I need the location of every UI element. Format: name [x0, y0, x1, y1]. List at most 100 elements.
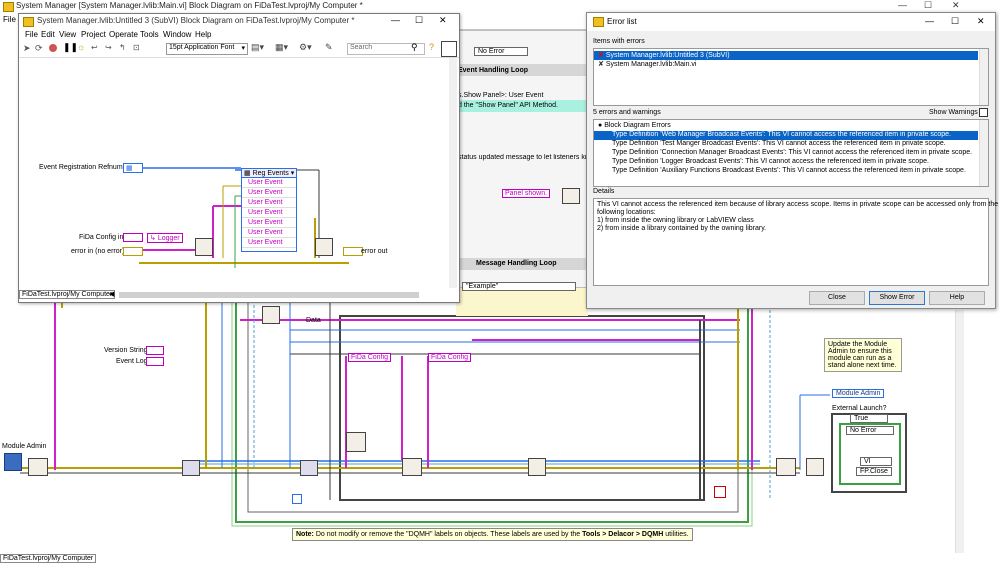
error-list-window-icon [593, 17, 604, 27]
show-error-button[interactable]: Show Error [869, 291, 925, 305]
group-label: Block Diagram Errors [604, 122, 671, 129]
scroll-left-icon[interactable]: ◀ [109, 290, 114, 298]
errors-list[interactable]: ● Block Diagram Errors Type Definition '… [593, 119, 989, 187]
module-admin-terminal[interactable] [4, 453, 22, 471]
event-refnum-terminal[interactable]: ▦ [123, 163, 143, 173]
subvi-horizontal-scrollbar[interactable] [119, 292, 419, 298]
error-list-title: Error list [607, 17, 637, 26]
panel-shown-constant[interactable]: Panel shown. [502, 189, 551, 198]
group-bullet-icon: ● [598, 122, 603, 129]
no-error-selector[interactable]: No Error [474, 47, 528, 56]
error-list-close-icon[interactable]: ✕ [977, 16, 985, 27]
error-out-terminal[interactable] [343, 247, 363, 256]
bundle-node[interactable] [528, 458, 546, 476]
step-out-icon[interactable]: ↰ [119, 43, 126, 52]
step-into-icon[interactable]: ↩ [91, 43, 98, 52]
subvi-vertical-scrollbar[interactable] [449, 58, 457, 288]
unbundle-node-1[interactable] [182, 460, 200, 476]
subvi-minimize-icon[interactable]: — [391, 15, 400, 25]
distribute-icon[interactable]: ▦▾ [275, 42, 288, 53]
run-continuous-icon[interactable]: ⟳ [35, 43, 43, 54]
module-admin-reference[interactable]: Module Admin [832, 389, 885, 398]
pause-icon[interactable]: ❚❚ [63, 42, 78, 53]
block-diagram-errors-group[interactable]: ● Block Diagram Errors [594, 122, 671, 131]
error-list-maximize-icon[interactable]: ☐ [951, 16, 959, 27]
subvi-menu-help[interactable]: Help [195, 30, 211, 39]
status-updated-node[interactable] [562, 188, 580, 204]
true-case-selector[interactable]: True [850, 414, 888, 423]
user-event-item[interactable]: User Event [242, 178, 296, 188]
fida-config-in-terminal[interactable] [123, 233, 143, 242]
fida-config-node-1[interactable]: FiDa Config [348, 353, 391, 362]
event-log-terminal[interactable] [146, 357, 164, 366]
version-string-terminal[interactable] [146, 346, 164, 355]
user-event-item[interactable]: User Event [242, 228, 296, 238]
run-arrow-icon[interactable]: ➤ [23, 43, 31, 54]
abort-icon[interactable] [49, 44, 57, 52]
highlight-icon[interactable]: ☼ [77, 42, 85, 52]
user-event-item[interactable]: User Event [242, 208, 296, 218]
vi-ref-node[interactable] [806, 458, 824, 476]
error-in-terminal[interactable] [123, 247, 143, 256]
fida-config-node-2[interactable]: FiDa Config [428, 353, 471, 362]
step-over-icon[interactable]: ↪ [105, 43, 112, 52]
items-scrollbar[interactable] [979, 49, 988, 105]
subvi-menu-operate[interactable]: Operate [109, 30, 138, 39]
unbundle-node-2[interactable] [300, 460, 318, 476]
subvi-menu-tools[interactable]: Tools [140, 30, 159, 39]
close-button[interactable]: Close [809, 291, 865, 305]
no-error-case-selector[interactable]: No Error [846, 426, 894, 435]
close-node[interactable] [776, 458, 796, 476]
vi-icon [441, 41, 457, 57]
subvi-close-icon[interactable]: ✕ [439, 15, 447, 26]
subvi-maximize-icon[interactable]: ☐ [415, 15, 423, 26]
user-event-item[interactable]: User Event [242, 218, 296, 228]
version-string-label: Version String [104, 347, 148, 354]
font-dropdown[interactable]: 15pt Application Font ▾ [166, 43, 248, 55]
sync-node[interactable] [315, 238, 333, 256]
subvi-menu-project[interactable]: Project [81, 30, 106, 39]
vi-ref-constant[interactable]: VI [860, 457, 892, 466]
subvi-menu-edit[interactable]: Edit [41, 30, 55, 39]
user-event-item[interactable]: User Event [242, 188, 296, 198]
error-item-subvi[interactable]: ✘ System Manager.lvlib:Untitled 3 (SubVI… [594, 51, 978, 60]
error-row[interactable]: Type Definition 'Auxiliary Functions Bro… [594, 167, 978, 176]
error-row[interactable]: Type Definition 'Connection Manager Broa… [594, 149, 978, 158]
error-item-subvi-label: System Manager.lvlib:Untitled 3 (SubVI) [605, 52, 730, 59]
errors-scrollbar[interactable] [979, 120, 988, 186]
reg-events-node[interactable]: ▦ Reg Events ▾ User Event User Event User … [241, 168, 297, 252]
error-item-main[interactable]: ✘ System Manager.lvlib:Main.vi [594, 60, 978, 69]
load-config-node[interactable] [402, 458, 422, 476]
stop-node[interactable] [714, 486, 726, 498]
retain-wire-icon[interactable]: ⊡ [133, 43, 140, 52]
external-launch-label: External Launch? [832, 405, 887, 412]
fp-close-node[interactable]: FP.Close [856, 467, 892, 476]
wait-node[interactable] [262, 306, 280, 324]
error-row[interactable]: Type Definition 'Web Manager Broadcast E… [594, 131, 978, 140]
startup-node[interactable] [346, 432, 366, 452]
help-icon[interactable]: ? [429, 42, 434, 52]
show-warnings-checkbox[interactable] [979, 108, 988, 117]
subvi-menu-window[interactable]: Window [163, 30, 191, 39]
main-vertical-scrollbar[interactable] [955, 310, 964, 553]
cleanup-icon[interactable]: ✎ [325, 42, 333, 53]
items-with-errors-list[interactable]: ✘ System Manager.lvlib:Untitled 3 (SubVI… [593, 48, 989, 106]
example-case-selector[interactable]: "Example" [462, 282, 576, 291]
start-node[interactable] [195, 238, 213, 256]
subvi-menubar: File Edit View Project Operate Tools Win… [19, 29, 459, 41]
search-icon[interactable]: ⚲ [411, 42, 418, 53]
error-row[interactable]: Type Definition 'Test Manger Broadcast E… [594, 140, 978, 149]
error-row[interactable]: Type Definition 'Logger Broadcast Events… [594, 158, 978, 167]
user-event-item[interactable]: User Event [242, 238, 296, 248]
data-label: Data [306, 317, 321, 324]
init-node[interactable] [28, 458, 48, 476]
user-event-item[interactable]: User Event [242, 198, 296, 208]
logger-unbundle[interactable]: ↳ Logger [147, 233, 183, 243]
subvi-menu-file[interactable]: File [25, 30, 38, 39]
help-button[interactable]: Help [929, 291, 985, 305]
error-list-minimize-icon[interactable]: — [925, 16, 934, 26]
search-placeholder: Search [350, 44, 373, 51]
align-icon[interactable]: ▤▾ [251, 42, 264, 53]
reorder-icon[interactable]: ⚙▾ [299, 42, 312, 53]
subvi-menu-view[interactable]: View [59, 30, 76, 39]
